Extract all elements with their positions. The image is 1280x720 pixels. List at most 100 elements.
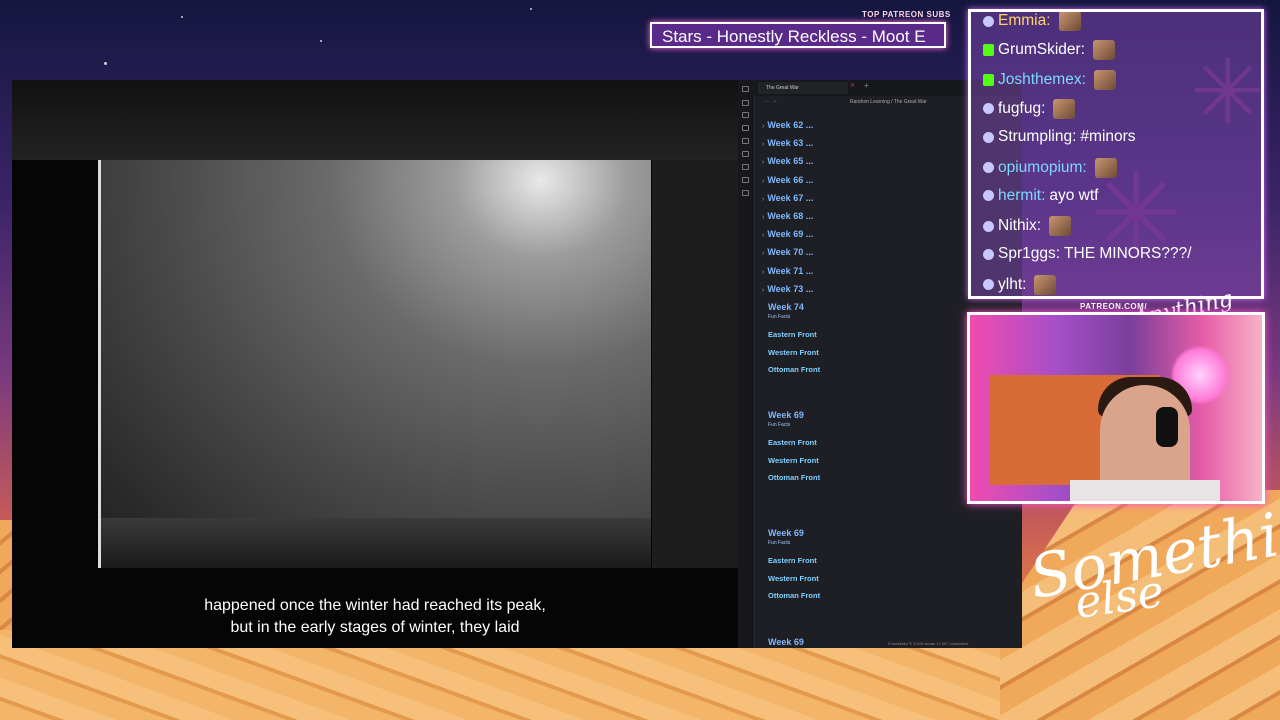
chat-message: Spr1ggs: THE MINORS???/	[983, 245, 1192, 263]
chat-username[interactable]: fugfug:	[998, 100, 1045, 118]
send-icon[interactable]	[742, 190, 749, 196]
graph-icon[interactable]	[742, 112, 749, 118]
heading-last-week[interactable]: Week 69	[768, 637, 804, 647]
fun-facts-label[interactable]: Fun Facts	[768, 422, 790, 428]
chat-username[interactable]: Nithix:	[998, 217, 1041, 235]
new-tab-icon[interactable]: +	[864, 81, 869, 90]
collapsed-week-heading[interactable]: › Week 66 ...	[762, 175, 813, 185]
chevron-right-icon[interactable]: ›	[762, 159, 764, 166]
video-letterbox-right	[652, 160, 738, 568]
chevron-right-icon[interactable]: ›	[762, 123, 764, 130]
subtitle-line-2: but in the early stages of winter, they …	[230, 619, 520, 636]
collapsed-week-heading[interactable]: › Week 73 ...	[762, 284, 813, 294]
collapsed-week-heading[interactable]: › Week 63 ...	[762, 138, 813, 148]
front-link[interactable]: Eastern Front	[768, 330, 817, 339]
video-player[interactable]: happened once the winter had reached its…	[12, 80, 738, 648]
front-link[interactable]: Ottoman Front	[768, 365, 820, 374]
fun-facts-label[interactable]: Fun Facts	[768, 314, 790, 320]
chat-username[interactable]: Emmia:	[998, 12, 1051, 30]
file-icon[interactable]	[742, 100, 749, 106]
breadcrumb[interactable]: Random Learning / The Great War	[850, 99, 927, 105]
week-label: Week 73	[767, 283, 804, 294]
chat-badge-icon	[983, 131, 994, 143]
collapsed-ellipsis: ...	[805, 211, 814, 221]
front-link[interactable]: Western Front	[768, 456, 819, 465]
chevron-right-icon[interactable]: ›	[762, 196, 764, 203]
chat-message: Emmia:	[983, 12, 1081, 31]
week-label: Week 62	[767, 120, 804, 130]
chat-username[interactable]: Joshthemex:	[998, 71, 1086, 89]
star	[530, 8, 532, 10]
chevron-right-icon[interactable]: ›	[762, 214, 764, 221]
week-heading[interactable]: Week 69	[768, 410, 804, 420]
collapsed-ellipsis: ...	[805, 156, 814, 167]
cam-person-shirt	[1070, 480, 1220, 501]
chat-username[interactable]: ylht:	[998, 276, 1026, 294]
chat-username[interactable]: Spr1ggs:	[998, 245, 1060, 263]
chat-username[interactable]: Strumpling:	[998, 128, 1076, 146]
week-heading[interactable]: Week 74	[768, 302, 804, 312]
terminal-icon[interactable]	[742, 164, 749, 170]
patreon-subs-ticker: Stars - Honestly Reckless - Moot E	[650, 22, 946, 48]
week-label: Week 68	[767, 211, 804, 221]
chevron-right-icon[interactable]: ›	[762, 178, 764, 185]
week-label: Week 69	[767, 229, 804, 240]
video-frame	[98, 160, 651, 568]
chat-badge-icon	[983, 15, 994, 27]
chevron-right-icon[interactable]: ›	[762, 250, 764, 257]
collapsed-week-heading[interactable]: › Week 68 ...	[762, 211, 813, 221]
front-link[interactable]: Eastern Front	[768, 438, 817, 447]
chat-message: opiumopium:	[983, 157, 1117, 178]
top-patreon-subs-label: TOP PATREON SUBS	[862, 10, 951, 19]
chat-badge-icon	[983, 220, 994, 232]
collapsed-week-heading[interactable]: › Week 69 ...	[762, 229, 813, 239]
chat-username[interactable]: hermit:	[998, 187, 1045, 205]
video-letterbox-top	[12, 80, 738, 160]
emote-icon	[1093, 40, 1115, 61]
chat-message: fugfug:	[983, 98, 1076, 119]
calendar-icon[interactable]	[742, 138, 749, 144]
star	[181, 16, 183, 18]
chat-badge-icon	[983, 190, 994, 202]
chevron-right-icon[interactable]: ›	[762, 287, 764, 294]
canvas-icon[interactable]	[742, 125, 749, 131]
collapsed-ellipsis: ...	[805, 138, 814, 149]
collapsed-ellipsis: ...	[805, 265, 814, 276]
chevron-right-icon[interactable]: ›	[762, 141, 764, 148]
collapsed-ellipsis: ...	[805, 247, 814, 258]
front-link[interactable]: Western Front	[768, 348, 819, 357]
emote-icon	[1058, 12, 1081, 31]
webcam-feed	[967, 312, 1265, 504]
tab-the-great-war[interactable]: The Great War	[758, 82, 848, 94]
chat-text: THE MINORS???/	[1064, 245, 1192, 263]
star	[320, 40, 322, 42]
fun-facts-label[interactable]: Fun Facts	[768, 540, 790, 546]
front-link[interactable]: Ottoman Front	[768, 591, 820, 600]
collapsed-week-heading[interactable]: › Week 70 ...	[762, 247, 813, 257]
collapsed-week-heading[interactable]: › Week 67 ...	[762, 193, 813, 203]
chevron-right-icon[interactable]: ›	[762, 269, 764, 276]
chat-badge-icon	[983, 44, 994, 57]
collapsed-week-heading[interactable]: › Week 71 ...	[762, 266, 813, 276]
template-icon[interactable]	[742, 151, 749, 157]
front-link[interactable]: Ottoman Front	[768, 473, 820, 482]
chat-message: Strumpling: #minors	[983, 128, 1136, 146]
front-link[interactable]: Eastern Front	[768, 556, 817, 565]
week-label: Week 71	[767, 265, 804, 276]
files-icon[interactable]	[742, 86, 749, 92]
chat-username[interactable]: opiumopium:	[998, 159, 1087, 177]
collapsed-week-heading[interactable]: › Week 65 ...	[762, 156, 813, 166]
week-label: Week 67	[767, 192, 804, 203]
chevron-right-icon[interactable]: ›	[762, 232, 764, 239]
chat-username[interactable]: GrumSkider:	[998, 41, 1085, 59]
collapsed-week-heading[interactable]: › Week 62 ...	[762, 120, 813, 130]
headset-icon	[1156, 407, 1178, 447]
week-heading[interactable]: Week 69	[768, 528, 804, 538]
publish-icon[interactable]	[742, 177, 749, 183]
ticker-text: Stars - Honestly Reckless - Moot E	[662, 27, 926, 46]
chat-badge-icon	[983, 73, 994, 86]
close-tab-icon[interactable]: ✕	[850, 82, 855, 89]
emote-icon	[1049, 216, 1072, 237]
nav-back-forward-icon[interactable]: ← →	[764, 98, 778, 104]
front-link[interactable]: Western Front	[768, 574, 819, 583]
